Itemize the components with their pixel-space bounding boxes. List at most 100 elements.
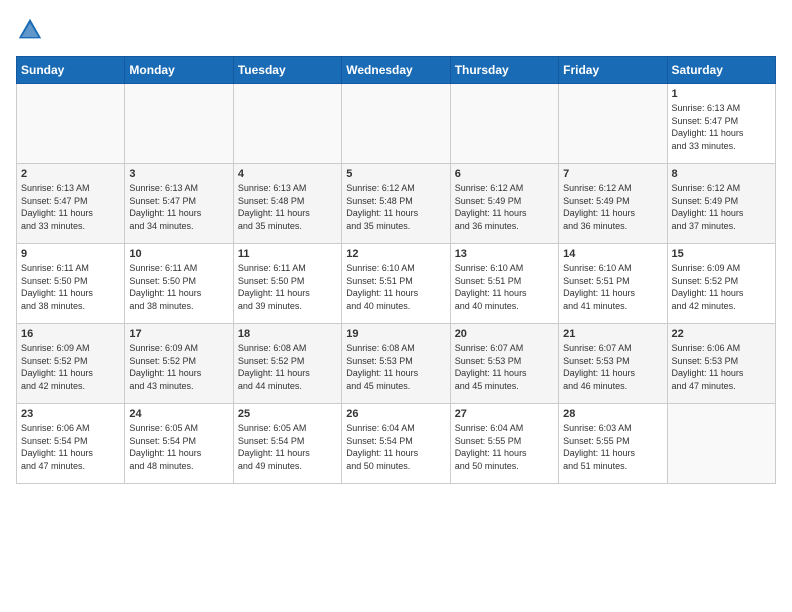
calendar-week-5: 23Sunrise: 6:06 AM Sunset: 5:54 PM Dayli… bbox=[17, 404, 776, 484]
day-number: 26 bbox=[346, 408, 445, 420]
calendar-cell: 4 Sunrise: 6:13 AM Sunset: 5:48 PM Daylig… bbox=[233, 164, 341, 244]
calendar-cell: 18Sunrise: 6:08 AM Sunset: 5:52 PM Dayli… bbox=[233, 324, 341, 404]
calendar-cell: 28 Sunrise: 6:03 AM Sunset: 5:55 PM Dayli… bbox=[559, 404, 667, 484]
day-info: Sunrise: 6:09 AM Sunset: 5:52 PM Dayligh… bbox=[672, 262, 771, 312]
calendar-cell: 20 Sunrise: 6:07 AM Sunset: 5:53 PM Dayli… bbox=[450, 324, 558, 404]
calendar-cell: 15 Sunrise: 6:09 AM Sunset: 5:52 PM Dayli… bbox=[667, 244, 775, 324]
day-number: 3 bbox=[129, 168, 228, 180]
calendar-cell: 9Sunrise: 6:11 AM Sunset: 5:50 PM Daylig… bbox=[17, 244, 125, 324]
day-number: 12 bbox=[346, 248, 445, 260]
calendar-cell: 27 Sunrise: 6:04 AM Sunset: 5:55 PM Dayli… bbox=[450, 404, 558, 484]
calendar-cell: 26 Sunrise: 6:04 AM Sunset: 5:54 PM Dayli… bbox=[342, 404, 450, 484]
logo bbox=[16, 16, 48, 44]
day-info: Sunrise: 6:06 AM Sunset: 5:53 PM Dayligh… bbox=[672, 342, 771, 392]
day-number: 21 bbox=[563, 328, 662, 340]
calendar-cell bbox=[342, 84, 450, 164]
weekday-header-wednesday: Wednesday bbox=[342, 57, 450, 84]
day-number: 24 bbox=[129, 408, 228, 420]
day-number: 15 bbox=[672, 248, 771, 260]
day-info: Sunrise: 6:07 AM Sunset: 5:53 PM Dayligh… bbox=[563, 342, 662, 392]
calendar-cell: 22 Sunrise: 6:06 AM Sunset: 5:53 PM Dayli… bbox=[667, 324, 775, 404]
calendar-cell: 7 Sunrise: 6:12 AM Sunset: 5:49 PM Daylig… bbox=[559, 164, 667, 244]
day-info: Sunrise: 6:11 AM Sunset: 5:50 PM Dayligh… bbox=[21, 262, 120, 312]
day-number: 8 bbox=[672, 168, 771, 180]
day-info: Sunrise: 6:05 AM Sunset: 5:54 PM Dayligh… bbox=[129, 422, 228, 472]
day-info: Sunrise: 6:13 AM Sunset: 5:47 PM Dayligh… bbox=[672, 102, 771, 152]
day-number: 28 bbox=[563, 408, 662, 420]
day-number: 23 bbox=[21, 408, 120, 420]
day-info: Sunrise: 6:12 AM Sunset: 5:49 PM Dayligh… bbox=[455, 182, 554, 232]
day-number: 10 bbox=[129, 248, 228, 260]
calendar-cell: 12 Sunrise: 6:10 AM Sunset: 5:51 PM Dayli… bbox=[342, 244, 450, 324]
day-number: 19 bbox=[346, 328, 445, 340]
weekday-header-monday: Monday bbox=[125, 57, 233, 84]
calendar-table: SundayMondayTuesdayWednesdayThursdayFrid… bbox=[16, 56, 776, 484]
day-number: 20 bbox=[455, 328, 554, 340]
calendar-cell: 10 Sunrise: 6:11 AM Sunset: 5:50 PM Dayli… bbox=[125, 244, 233, 324]
calendar-cell bbox=[559, 84, 667, 164]
day-info: Sunrise: 6:10 AM Sunset: 5:51 PM Dayligh… bbox=[455, 262, 554, 312]
logo-icon bbox=[16, 16, 44, 44]
day-number: 4 bbox=[238, 168, 337, 180]
calendar-week-2: 2Sunrise: 6:13 AM Sunset: 5:47 PM Daylig… bbox=[17, 164, 776, 244]
calendar-cell: 16 Sunrise: 6:09 AM Sunset: 5:52 PM Dayli… bbox=[17, 324, 125, 404]
day-info: Sunrise: 6:13 AM Sunset: 5:47 PM Dayligh… bbox=[129, 182, 228, 232]
weekday-header-friday: Friday bbox=[559, 57, 667, 84]
calendar-week-3: 9Sunrise: 6:11 AM Sunset: 5:50 PM Daylig… bbox=[17, 244, 776, 324]
day-number: 5 bbox=[346, 168, 445, 180]
weekday-header-thursday: Thursday bbox=[450, 57, 558, 84]
day-info: Sunrise: 6:03 AM Sunset: 5:55 PM Dayligh… bbox=[563, 422, 662, 472]
calendar-cell: 19 Sunrise: 6:08 AM Sunset: 5:53 PM Dayli… bbox=[342, 324, 450, 404]
day-info: Sunrise: 6:10 AM Sunset: 5:51 PM Dayligh… bbox=[346, 262, 445, 312]
day-number: 13 bbox=[455, 248, 554, 260]
day-number: 6 bbox=[455, 168, 554, 180]
weekday-header-tuesday: Tuesday bbox=[233, 57, 341, 84]
calendar-cell: 3 Sunrise: 6:13 AM Sunset: 5:47 PM Daylig… bbox=[125, 164, 233, 244]
calendar-cell bbox=[667, 404, 775, 484]
day-info: Sunrise: 6:08 AM Sunset: 5:53 PM Dayligh… bbox=[346, 342, 445, 392]
day-number: 1 bbox=[672, 88, 771, 100]
calendar-cell bbox=[450, 84, 558, 164]
weekday-header-saturday: Saturday bbox=[667, 57, 775, 84]
calendar-cell: 17 Sunrise: 6:09 AM Sunset: 5:52 PM Dayli… bbox=[125, 324, 233, 404]
calendar-cell bbox=[17, 84, 125, 164]
day-number: 7 bbox=[563, 168, 662, 180]
day-number: 17 bbox=[129, 328, 228, 340]
day-info: Sunrise: 6:04 AM Sunset: 5:54 PM Dayligh… bbox=[346, 422, 445, 472]
calendar-week-4: 16 Sunrise: 6:09 AM Sunset: 5:52 PM Dayli… bbox=[17, 324, 776, 404]
day-info: Sunrise: 6:12 AM Sunset: 5:49 PM Dayligh… bbox=[563, 182, 662, 232]
day-number: 11 bbox=[238, 248, 337, 260]
day-info: Sunrise: 6:12 AM Sunset: 5:49 PM Dayligh… bbox=[672, 182, 771, 232]
day-info: Sunrise: 6:09 AM Sunset: 5:52 PM Dayligh… bbox=[21, 342, 120, 392]
day-info: Sunrise: 6:12 AM Sunset: 5:48 PM Dayligh… bbox=[346, 182, 445, 232]
calendar-cell: 21 Sunrise: 6:07 AM Sunset: 5:53 PM Dayli… bbox=[559, 324, 667, 404]
day-number: 16 bbox=[21, 328, 120, 340]
calendar-cell: 23Sunrise: 6:06 AM Sunset: 5:54 PM Dayli… bbox=[17, 404, 125, 484]
weekday-header-row: SundayMondayTuesdayWednesdayThursdayFrid… bbox=[17, 57, 776, 84]
calendar-cell: 1 Sunrise: 6:13 AM Sunset: 5:47 PM Daylig… bbox=[667, 84, 775, 164]
day-info: Sunrise: 6:07 AM Sunset: 5:53 PM Dayligh… bbox=[455, 342, 554, 392]
day-number: 14 bbox=[563, 248, 662, 260]
day-info: Sunrise: 6:13 AM Sunset: 5:48 PM Dayligh… bbox=[238, 182, 337, 232]
day-number: 27 bbox=[455, 408, 554, 420]
day-info: Sunrise: 6:09 AM Sunset: 5:52 PM Dayligh… bbox=[129, 342, 228, 392]
calendar-cell: 8 Sunrise: 6:12 AM Sunset: 5:49 PM Daylig… bbox=[667, 164, 775, 244]
calendar-cell: 2Sunrise: 6:13 AM Sunset: 5:47 PM Daylig… bbox=[17, 164, 125, 244]
day-info: Sunrise: 6:04 AM Sunset: 5:55 PM Dayligh… bbox=[455, 422, 554, 472]
calendar-cell: 11Sunrise: 6:11 AM Sunset: 5:50 PM Dayli… bbox=[233, 244, 341, 324]
calendar-cell bbox=[233, 84, 341, 164]
calendar-cell: 6 Sunrise: 6:12 AM Sunset: 5:49 PM Daylig… bbox=[450, 164, 558, 244]
weekday-header-sunday: Sunday bbox=[17, 57, 125, 84]
day-number: 22 bbox=[672, 328, 771, 340]
day-info: Sunrise: 6:11 AM Sunset: 5:50 PM Dayligh… bbox=[129, 262, 228, 312]
calendar-week-1: 1 Sunrise: 6:13 AM Sunset: 5:47 PM Daylig… bbox=[17, 84, 776, 164]
day-number: 25 bbox=[238, 408, 337, 420]
calendar-cell: 25 Sunrise: 6:05 AM Sunset: 5:54 PM Dayli… bbox=[233, 404, 341, 484]
calendar-cell bbox=[125, 84, 233, 164]
calendar-cell: 5 Sunrise: 6:12 AM Sunset: 5:48 PM Daylig… bbox=[342, 164, 450, 244]
day-info: Sunrise: 6:10 AM Sunset: 5:51 PM Dayligh… bbox=[563, 262, 662, 312]
day-info: Sunrise: 6:05 AM Sunset: 5:54 PM Dayligh… bbox=[238, 422, 337, 472]
page-header bbox=[16, 16, 776, 44]
day-info: Sunrise: 6:13 AM Sunset: 5:47 PM Dayligh… bbox=[21, 182, 120, 232]
calendar-cell: 13 Sunrise: 6:10 AM Sunset: 5:51 PM Dayli… bbox=[450, 244, 558, 324]
